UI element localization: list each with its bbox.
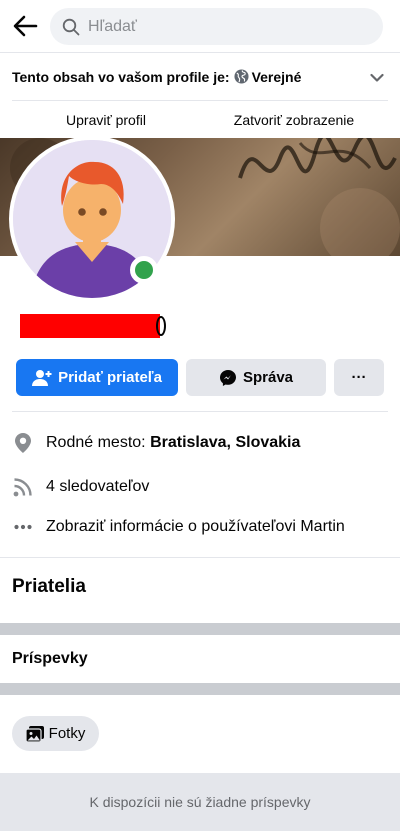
photos-icon: [25, 725, 44, 742]
search-placeholder: Hľadať: [88, 17, 137, 35]
add-friend-label: Pridať priateľa: [58, 369, 162, 386]
rss-feed-icon: [12, 476, 34, 498]
name-tail-glyph: [156, 316, 166, 336]
section-divider: [0, 623, 400, 635]
posts-heading: Príspevky: [12, 650, 88, 667]
about-link: Zobraziť informácie o používateľovi Mart…: [46, 518, 345, 535]
friends-heading[interactable]: Priatelia: [12, 576, 86, 598]
add-friend-button[interactable]: Pridať priateľa: [16, 359, 178, 396]
more-options-button[interactable]: ···: [334, 359, 384, 396]
divider: [0, 557, 400, 558]
search-icon: [62, 18, 80, 36]
empty-posts-message: K dispozícii nie sú žiadne príspevky: [0, 773, 400, 831]
location-pin-icon: [12, 432, 34, 454]
top-bar: Hľadať: [0, 0, 400, 52]
privacy-row[interactable]: Tento obsah vo vašom profile je: Verejné: [0, 52, 400, 100]
divider: [12, 411, 388, 412]
privacy-value: Verejné: [251, 68, 302, 85]
info-followers[interactable]: 4 sledovateľov: [0, 472, 400, 502]
close-view-link[interactable]: Zatvoriť zobrazenie: [200, 111, 388, 128]
globe-icon: [234, 69, 249, 84]
messenger-icon: [219, 369, 237, 387]
profile-buttons: Pridať priateľa Správa ···: [16, 359, 384, 396]
message-button[interactable]: Správa: [186, 359, 326, 396]
edit-profile-link[interactable]: Upraviť profil: [12, 111, 200, 128]
info-about[interactable]: Zobraziť informácie o používateľovi Mart…: [0, 512, 400, 542]
section-divider: [0, 683, 400, 695]
message-label: Správa: [242, 369, 294, 386]
info-hometown: Rodné mesto: Bratislava, Slovakia: [0, 428, 400, 458]
profile-actions-row: Upraviť profil Zatvoriť zobrazenie: [12, 100, 388, 137]
online-status-dot: [130, 256, 158, 284]
search-input[interactable]: Hľadať: [50, 8, 383, 45]
privacy-label: Tento obsah vo vašom profile je:: [12, 68, 230, 85]
redacted-name: [20, 314, 160, 338]
hometown-label: Rodné mesto:: [46, 434, 146, 451]
photos-button[interactable]: Fotky: [12, 716, 99, 751]
add-friend-icon: [32, 369, 52, 387]
hometown-value[interactable]: Bratislava, Slovakia: [150, 434, 300, 451]
back-arrow-icon[interactable]: [10, 12, 40, 40]
chevron-down-icon[interactable]: [370, 70, 384, 88]
more-icon: ···: [351, 369, 367, 386]
followers-count: 4 sledovateľov: [46, 478, 150, 495]
ellipsis-icon: [12, 516, 34, 538]
photos-label: Fotky: [48, 725, 86, 742]
